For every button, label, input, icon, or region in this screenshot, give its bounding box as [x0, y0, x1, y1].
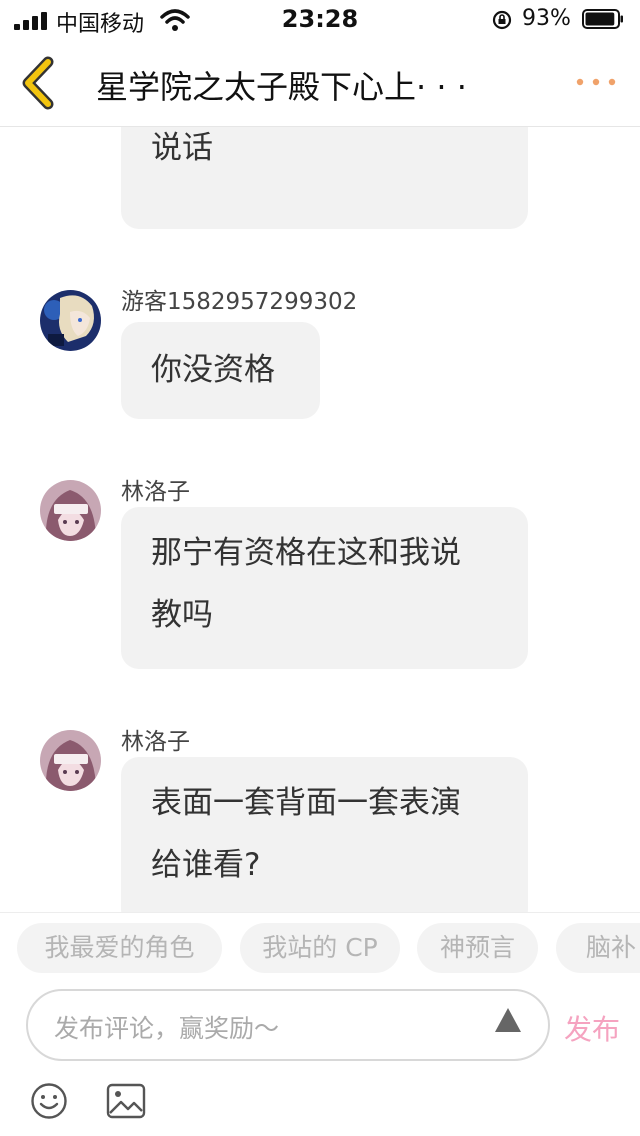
more-options-icon[interactable]: [574, 72, 618, 92]
message-bubble: 那宁有资格在这和我说 教吗: [121, 507, 528, 669]
username: 林洛子: [121, 729, 190, 755]
comment-input[interactable]: 发布评论，赢奖励～: [26, 989, 550, 1061]
message-text-line: 那宁有资格在这和我说: [151, 535, 461, 571]
message-text-line: 教吗: [151, 597, 213, 633]
message-bubble: 表面一套背面一套表演 给谁看?: [121, 757, 528, 912]
topic-tag[interactable]: 脑补: [556, 923, 640, 973]
avatar[interactable]: [40, 290, 101, 351]
battery-icon: [582, 9, 623, 29]
navigation-bar: 星学院之太子殿下心上· · ·: [0, 40, 640, 127]
topic-tag[interactable]: 我站的 CP: [240, 923, 400, 973]
message-bubble: 你没资格: [121, 322, 320, 419]
user-avatar-image: [40, 730, 101, 791]
topic-tag[interactable]: 我最爱的角色: [17, 923, 222, 973]
send-button[interactable]: 发布: [564, 1008, 620, 1048]
message-text-line: 你没资格: [151, 352, 275, 388]
username: 林洛子: [121, 479, 190, 505]
back-arrow-icon[interactable]: [18, 56, 58, 110]
comment-list: 说话 游客1582957299302 你没资格 林洛子 那宁有资格在这和我说 教…: [0, 127, 640, 912]
user-avatar-image: [40, 480, 101, 541]
rotation-lock-icon: [492, 10, 512, 30]
user-avatar-image: [40, 290, 101, 351]
topic-tag[interactable]: 神预言: [417, 923, 538, 973]
page-title: 星学院之太子殿下心上· · ·: [96, 68, 467, 106]
expand-triangle-icon[interactable]: [494, 1007, 522, 1033]
battery-percentage: 93%: [522, 6, 571, 31]
emoji-icon[interactable]: [30, 1082, 68, 1120]
comment-input-placeholder: 发布评论，赢奖励～: [54, 1014, 280, 1043]
avatar[interactable]: [40, 480, 101, 541]
message-bubble: 说话: [121, 127, 528, 229]
status-bar: 中国移动 23:28 93%: [0, 0, 640, 40]
avatar[interactable]: [40, 730, 101, 791]
message-text-line: 说话: [151, 130, 213, 166]
topic-tags-bar: 我最爱的角色 我站的 CP 神预言 脑补: [0, 912, 640, 979]
message-text-line: 给谁看?: [151, 847, 261, 883]
username: 游客1582957299302: [121, 289, 358, 315]
message-text-line: 表面一套背面一套表演: [151, 785, 461, 821]
image-icon[interactable]: [106, 1083, 146, 1119]
